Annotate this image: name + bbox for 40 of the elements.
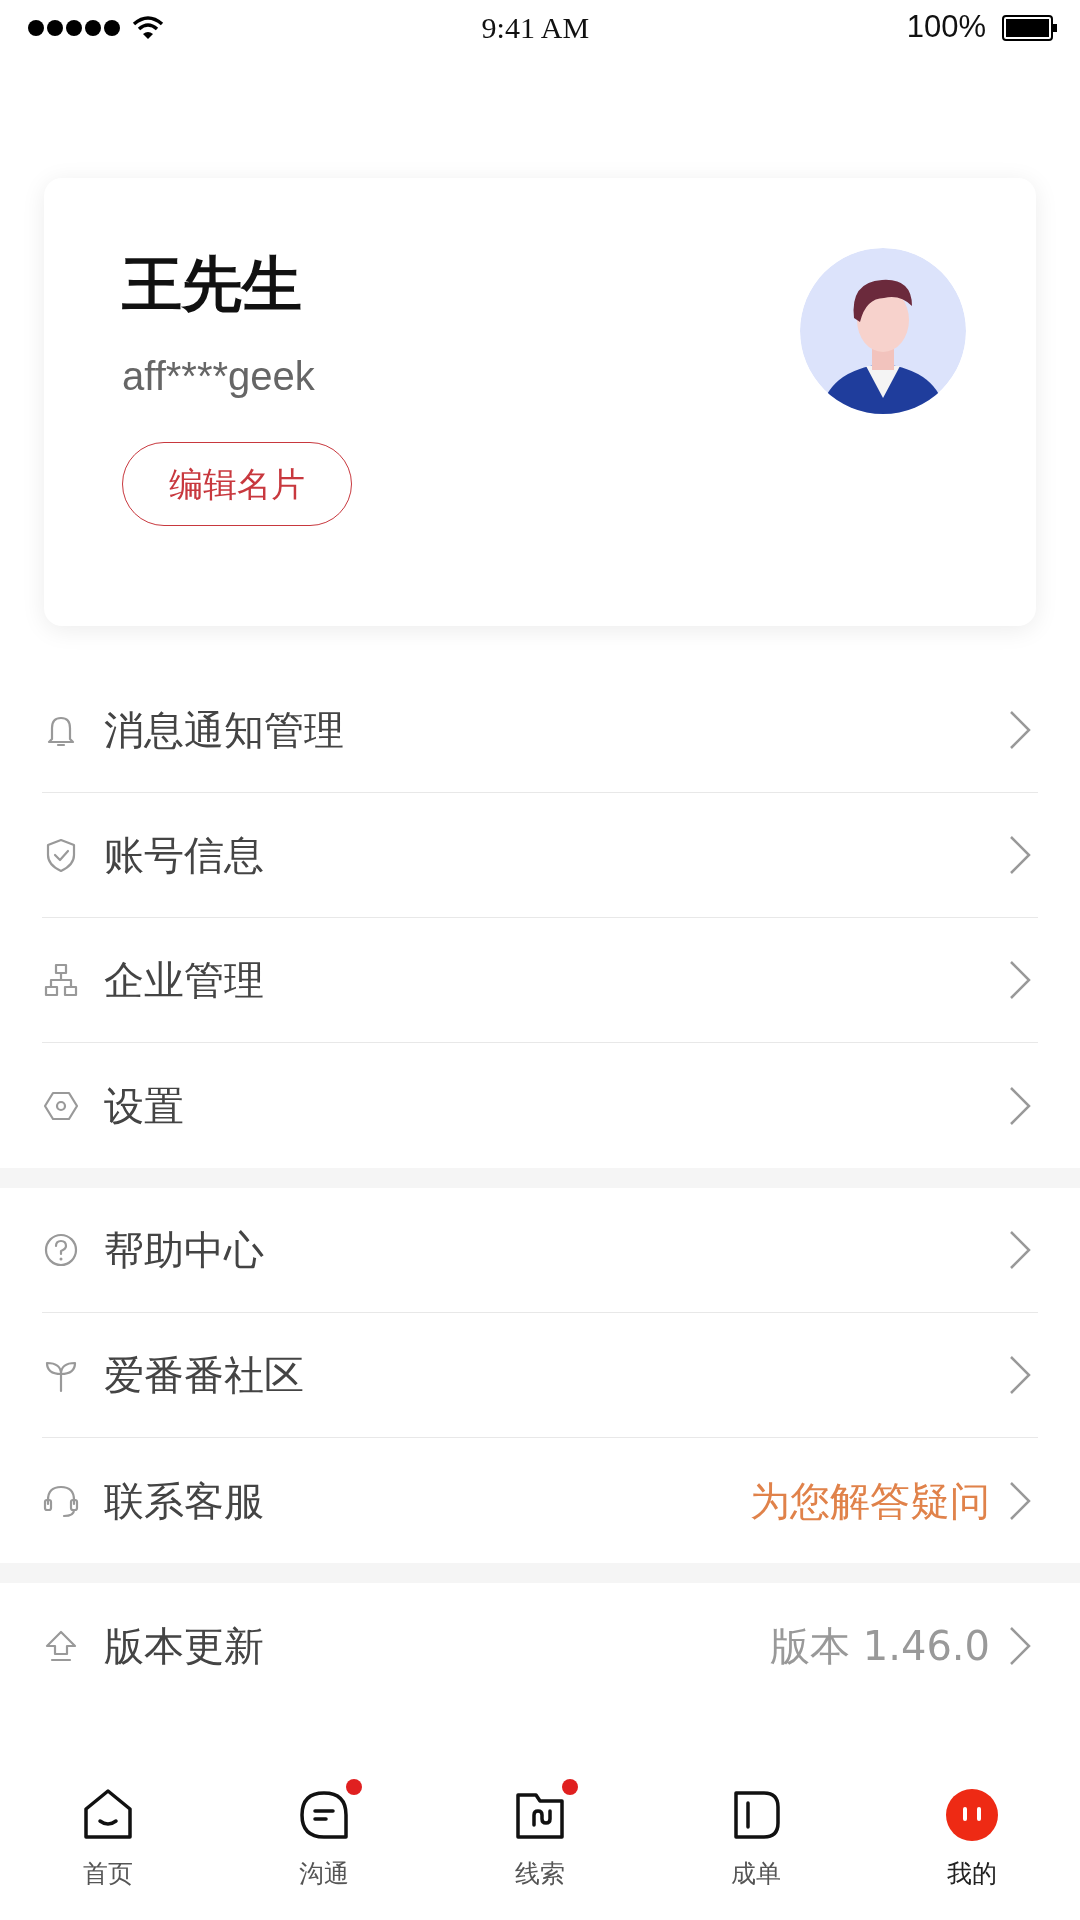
chevron-right-icon <box>1008 709 1032 751</box>
tab[interactable]: 我的 <box>864 1775 1080 1920</box>
status-time: 9:41 AM <box>481 10 590 46</box>
menu-label: 账号信息 <box>104 831 264 880</box>
wifi-icon <box>132 15 164 40</box>
user-name: 王先生 <box>122 248 302 320</box>
chevron-right-icon <box>1008 1229 1032 1271</box>
menu-label: 设置 <box>104 1081 184 1131</box>
menu-label: 消息通知管理 <box>104 706 344 755</box>
tab[interactable]: 线索 <box>432 1775 648 1920</box>
menu-item[interactable]: 版本更新 版本 1.46.0 <box>42 1583 1038 1708</box>
chevron-right-icon <box>1008 1084 1032 1127</box>
tab[interactable]: 首页 <box>0 1775 216 1920</box>
account-id: aff****geek <box>122 353 315 400</box>
menu-label: 爱番番社区 <box>104 1351 304 1400</box>
menu-label: 版本更新 <box>104 1621 264 1671</box>
menu-item[interactable]: 帮助中心 <box>42 1188 1038 1313</box>
org-chart-icon <box>42 961 80 999</box>
chevron-right-icon <box>1008 959 1032 1001</box>
help-icon <box>42 1231 80 1269</box>
battery-percentage: 100% <box>906 8 986 47</box>
battery-icon <box>1002 14 1058 41</box>
menu-label: 联系客服 <box>104 1476 264 1526</box>
menu-value: 为您解答疑问 <box>750 1476 990 1526</box>
menu-item[interactable]: 账号信息 <box>42 793 1038 918</box>
tab[interactable]: 成单 <box>648 1775 864 1920</box>
menu-label: 帮助中心 <box>104 1226 264 1275</box>
tab[interactable]: 沟通 <box>216 1775 432 1920</box>
menu-item[interactable]: 消息通知管理 <box>42 668 1038 793</box>
menu-item[interactable]: 联系客服 为您解答疑问 <box>42 1438 1038 1563</box>
chevron-right-icon <box>1008 1479 1032 1522</box>
chevron-right-icon <box>1008 834 1032 876</box>
menu-item[interactable]: 设置 <box>42 1043 1038 1168</box>
edit-card-button[interactable]: 编辑名片 <box>122 442 352 526</box>
menu-item[interactable]: 企业管理 <box>42 918 1038 1043</box>
menu-value: 版本 1.46.0 <box>770 1621 990 1671</box>
menu-label: 企业管理 <box>104 956 264 1005</box>
chevron-right-icon <box>1008 1624 1032 1667</box>
chevron-right-icon <box>1008 1354 1032 1396</box>
menu-item[interactable]: 爱番番社区 <box>42 1313 1038 1438</box>
